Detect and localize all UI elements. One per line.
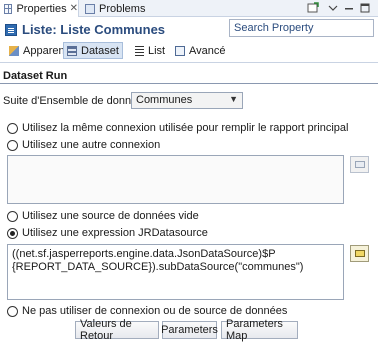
radio-label: Utilisez une source de données vide — [22, 210, 199, 222]
suite-label: Suite d'Ensemble de données — [3, 95, 149, 107]
subtab-list[interactable]: List — [132, 42, 168, 59]
subtab-list-label: List — [148, 44, 166, 57]
radio-label: Utilisez la même connexion utilisée pour… — [22, 122, 349, 134]
connection-expression-field[interactable] — [7, 155, 344, 204]
maximize-icon[interactable] — [358, 1, 372, 15]
advanced-icon — [175, 45, 185, 56]
radio-button[interactable] — [7, 139, 18, 151]
page-title: Liste: Liste Communes — [5, 22, 165, 37]
list-icon — [135, 45, 144, 56]
connection-expression-button[interactable] — [350, 156, 369, 173]
subtab-avance-label: Avancé — [189, 44, 226, 57]
section-divider — [0, 83, 378, 84]
expression-editor-icon — [354, 161, 365, 168]
parameters-map-button[interactable]: Parameters Map — [221, 318, 298, 342]
property-subtabs: Apparence Dataset List Avancé — [0, 40, 378, 60]
radio-label: Utilisez une autre connexion — [22, 139, 161, 151]
view-tab-bar: Properties ✕ Problems — [0, 0, 378, 17]
radio-button-selected[interactable] — [7, 227, 18, 239]
datasource-expression-button[interactable] — [350, 245, 369, 262]
radio-label: Ne pas utiliser de connexion ou de sourc… — [22, 305, 288, 317]
radio-other-connection[interactable]: Utilisez une autre connexion — [7, 139, 160, 151]
subtab-dataset[interactable]: Dataset — [63, 42, 123, 59]
tab-problems-label: Problems — [99, 2, 146, 15]
search-property-input[interactable] — [229, 19, 374, 37]
parameters-button[interactable]: Parameters — [161, 321, 218, 339]
properties-icon — [4, 3, 13, 14]
view-menu-icon[interactable] — [326, 1, 340, 15]
radio-button[interactable] — [7, 210, 18, 222]
dataset-select-value: Communes — [136, 94, 193, 106]
pin-icon[interactable] — [306, 1, 320, 15]
radio-button[interactable] — [7, 305, 18, 317]
brush-icon — [9, 45, 19, 56]
subtab-dataset-label: Dataset — [81, 44, 119, 57]
minimize-icon[interactable] — [342, 1, 356, 15]
divider — [0, 62, 378, 63]
radio-empty-source[interactable]: Utilisez une source de données vide — [7, 210, 199, 222]
section-title: Dataset Run — [3, 70, 68, 82]
datasource-expression-field[interactable]: ((net.sf.jasperreports.engine.data.JsonD… — [7, 244, 344, 300]
radio-label: Utilisez une expression JRDatasource — [22, 227, 208, 239]
subtab-avance[interactable]: Avancé — [172, 42, 229, 59]
radio-no-connection[interactable]: Ne pas utiliser de connexion ou de sourc… — [7, 305, 287, 317]
tab-properties[interactable]: Properties ✕ — [0, 0, 79, 17]
tab-problems[interactable]: Problems — [80, 0, 162, 17]
dataset-select[interactable]: Communes ▼ — [131, 92, 243, 109]
return-values-button[interactable]: Valeurs de Retour — [75, 318, 159, 342]
close-icon[interactable]: ✕ — [70, 3, 78, 14]
page-title-text: Liste: Liste Communes — [22, 22, 166, 37]
expression-editor-icon — [354, 250, 365, 257]
tab-properties-label: Properties — [16, 2, 67, 15]
radio-jr-expression[interactable]: Utilisez une expression JRDatasource — [7, 227, 208, 239]
dataset-icon — [67, 45, 77, 56]
radio-button[interactable] — [7, 122, 18, 134]
radio-same-connection[interactable]: Utilisez la même connexion utilisée pour… — [7, 122, 348, 134]
chevron-down-icon: ▼ — [229, 94, 238, 104]
list-element-icon — [5, 23, 17, 36]
problems-icon — [85, 3, 95, 14]
